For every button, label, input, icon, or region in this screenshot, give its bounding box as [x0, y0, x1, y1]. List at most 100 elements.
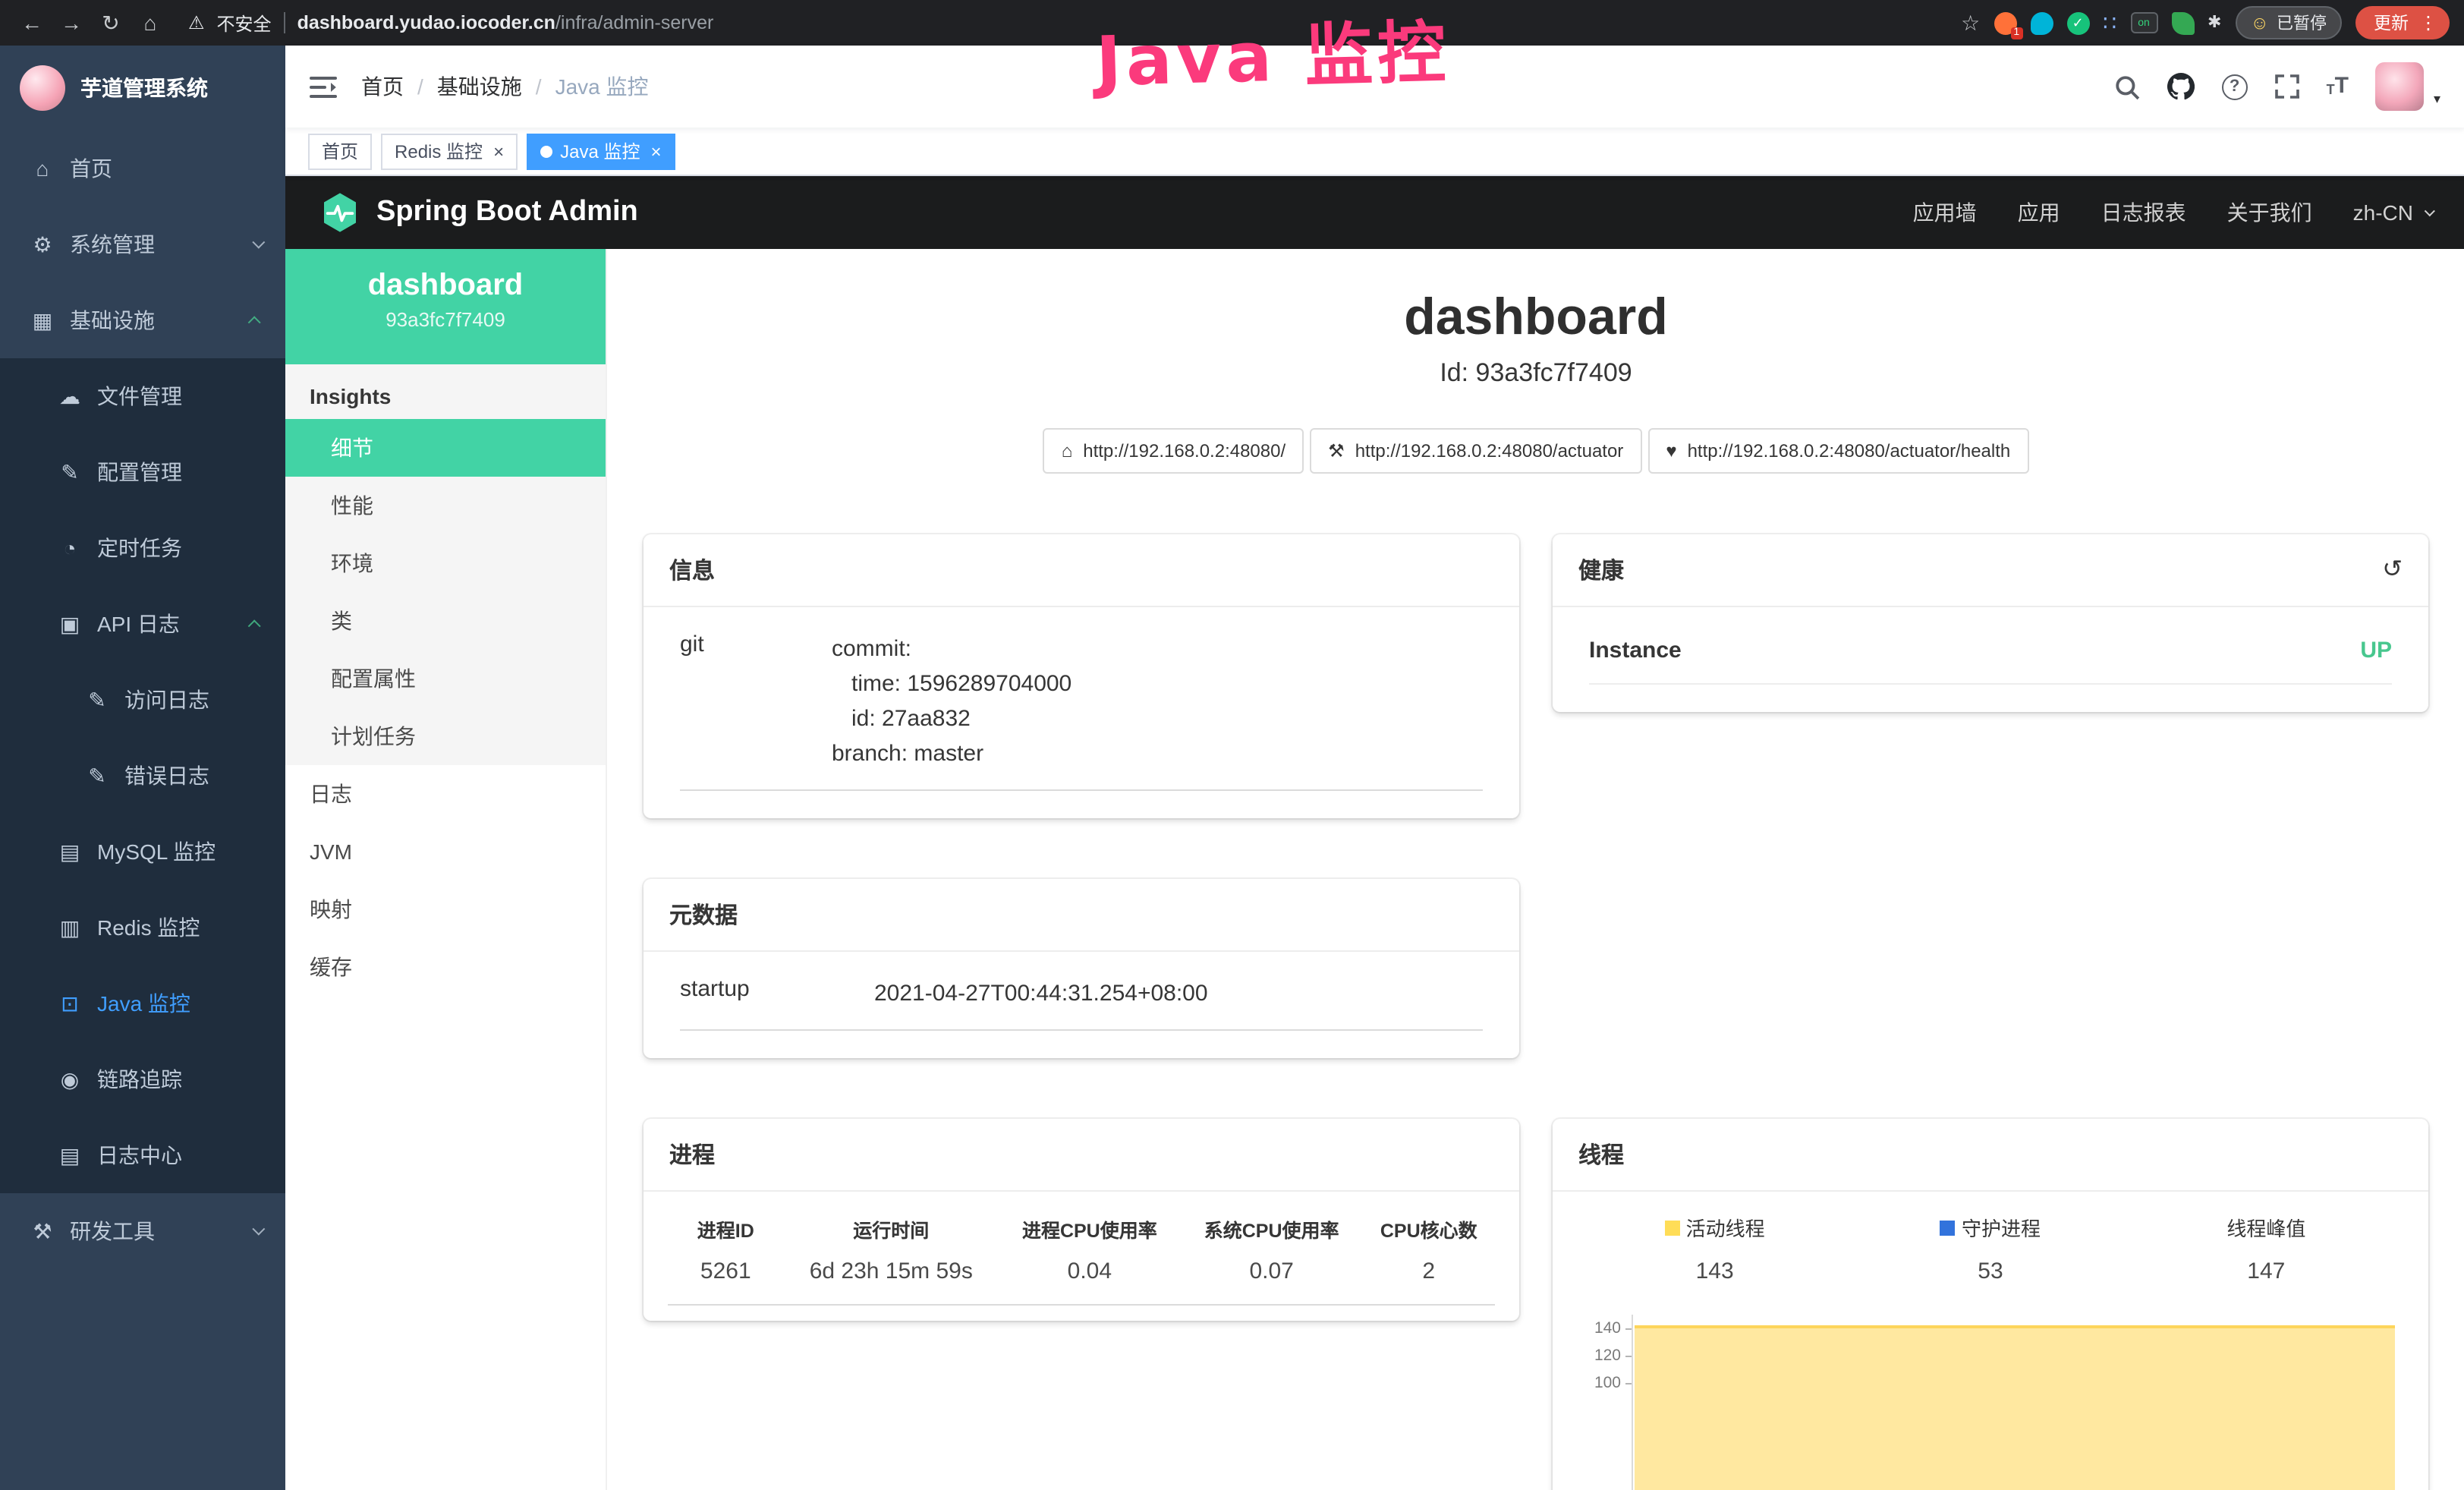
tools-icon: ⚒	[30, 1218, 55, 1244]
hamburger-icon[interactable]	[285, 75, 361, 98]
info-row-git: git commit: time: 1596289704000 id: 27aa…	[680, 632, 1483, 791]
tag-redis-monitor[interactable]: Redis 监控×	[381, 133, 518, 169]
extension-icon-orange[interactable]: 1	[1994, 11, 2016, 34]
chevron-up-icon	[248, 619, 261, 632]
sidebar-item-redis-monitor[interactable]: ▥Redis 监控	[0, 890, 285, 966]
close-icon[interactable]: ×	[650, 142, 661, 160]
github-icon[interactable]	[2167, 73, 2195, 100]
sidebar-item-infrastructure[interactable]: ▦基础设施	[0, 282, 285, 358]
security-label[interactable]: 不安全	[217, 10, 272, 36]
home-icon: ⌂	[30, 156, 55, 181]
reload-icon[interactable]: ↻	[94, 0, 127, 46]
sidebar-item-log-center[interactable]: ▤日志中心	[0, 1117, 285, 1193]
sba-menu-config-props[interactable]: 配置属性	[285, 650, 606, 707]
sidebar-item-label: 文件管理	[97, 381, 182, 411]
instance-header[interactable]: dashboard 93a3fc7f7409	[285, 249, 606, 364]
main-column: 首页 基础设施 Java 监控 ?	[285, 46, 2464, 1490]
back-icon[interactable]: ←	[15, 0, 49, 46]
git-branch-line: branch: master	[832, 736, 1072, 771]
instance-title: dashboard	[644, 288, 2428, 348]
breadcrumb-current: Java 监控	[555, 71, 649, 102]
tag-home[interactable]: 首页	[308, 133, 372, 169]
forward-icon[interactable]: →	[55, 0, 88, 46]
extension-count-badge: 1	[2010, 27, 2022, 39]
chevron-down-icon	[252, 1223, 265, 1236]
browser-menu-icon[interactable]: ⋮	[2419, 12, 2437, 33]
tag-label: 首页	[322, 138, 358, 164]
sidebar-item-label: 首页	[70, 153, 112, 184]
breadcrumb-infrastructure[interactable]: 基础设施	[437, 71, 522, 102]
sidebar-item-mysql-monitor[interactable]: ▤MySQL 监控	[0, 814, 285, 890]
sidebar-item-label: 访问日志	[124, 685, 209, 715]
help-icon[interactable]: ?	[2222, 74, 2248, 99]
log-icon: ▤	[58, 1142, 82, 1168]
app-title: 芋道管理系统	[80, 73, 208, 103]
history-icon[interactable]: ↺	[2382, 558, 2403, 582]
legend-daemon-value: 53	[1852, 1258, 2128, 1284]
sba-menu-mappings[interactable]: 映射	[285, 880, 606, 938]
paused-badge[interactable]: ☺已暂停	[2235, 6, 2342, 39]
user-avatar[interactable]	[2376, 62, 2425, 111]
screen: ← → ↻ ⌂ ⚠ 不安全 dashboard.yudao.iocoder.cn…	[0, 0, 2464, 1490]
sba-menu-beans[interactable]: 类	[285, 592, 606, 650]
legend-peak-value: 147	[2129, 1258, 2404, 1284]
logo-image	[20, 65, 65, 111]
sidebar-item-label: 配置管理	[97, 457, 182, 487]
search-icon[interactable]	[2114, 74, 2140, 99]
sidebar-item-java-monitor[interactable]: ⊡Java 监控	[0, 966, 285, 1041]
sba-menu-scheduled-tasks[interactable]: 计划任务	[285, 707, 606, 765]
sba-menu-environment[interactable]: 环境	[285, 534, 606, 592]
extension-icon-check[interactable]: ✓	[2066, 11, 2089, 34]
sidebar-item-api-logs[interactable]: ▣API 日志	[0, 586, 285, 662]
clock-icon: ◔	[58, 536, 82, 560]
sidebar-item-tracing[interactable]: ◉链路追踪	[0, 1041, 285, 1117]
extension-icon-on-badge[interactable]: on	[2130, 12, 2157, 33]
address-divider	[284, 12, 285, 33]
database-icon: ▥	[58, 915, 82, 940]
health-row-instance[interactable]: Instance UP	[1589, 638, 2392, 685]
extension-icon-leaf[interactable]	[2171, 11, 2194, 34]
sba-menu-metrics[interactable]: 性能	[285, 477, 606, 534]
extension-icon-pin[interactable]: ✱	[2208, 11, 2221, 34]
app-logo[interactable]: 芋道管理系统	[0, 46, 285, 131]
sidebar-item-label: 研发工具	[70, 1216, 155, 1246]
sba-nav-wallboard[interactable]: 应用墙	[1913, 197, 1977, 228]
extension-icon-grid[interactable]: ∷	[2103, 11, 2116, 34]
sidebar-item-config-management[interactable]: ✎配置管理	[0, 434, 285, 510]
sba-menu-jvm[interactable]: JVM	[285, 823, 606, 880]
sidebar-item-access-logs[interactable]: ✎访问日志	[0, 662, 285, 738]
navbar-actions: ? TT ▾	[2114, 62, 2464, 111]
sba-menu-details[interactable]: 细节	[285, 419, 606, 477]
info-value: commit: time: 1596289704000 id: 27aa832 …	[832, 632, 1072, 771]
sidebar-item-scheduled-jobs[interactable]: ◔定时任务	[0, 510, 285, 586]
extension-icon-drop[interactable]	[2030, 11, 2053, 34]
instance-actuator-link[interactable]: ⚒http://192.168.0.2:48080/actuator	[1310, 428, 1641, 474]
instance-health-link[interactable]: ♥http://192.168.0.2:48080/actuator/healt…	[1647, 428, 2028, 474]
sidebar-item-system[interactable]: ⚙系统管理	[0, 206, 285, 282]
browser-home-icon[interactable]: ⌂	[134, 0, 167, 46]
instance-links: ⌂http://192.168.0.2:48080/ ⚒http://192.1…	[644, 428, 2428, 474]
sba-menu-loggers[interactable]: 日志	[285, 765, 606, 823]
browser-update-button[interactable]: 更新⋮	[2355, 6, 2450, 39]
process-cpu: 0.04	[999, 1251, 1181, 1305]
sidebar-item-dev-tools[interactable]: ⚒ 研发工具	[0, 1193, 285, 1269]
sba-nav-journal[interactable]: 日志报表	[2101, 197, 2186, 228]
close-icon[interactable]: ×	[493, 142, 504, 160]
home-icon: ⌂	[1062, 440, 1073, 461]
instance-home-link[interactable]: ⌂http://192.168.0.2:48080/	[1043, 428, 1304, 474]
fullscreen-icon[interactable]	[2275, 74, 2299, 99]
tag-java-monitor[interactable]: Java 监控×	[527, 133, 675, 169]
sidebar-item-file-management[interactable]: ☁文件管理	[0, 358, 285, 434]
bookmark-star-icon[interactable]: ☆	[1961, 10, 1980, 36]
sba-nav-applications[interactable]: 应用	[2018, 197, 2060, 228]
sidebar-item-home[interactable]: ⌂ 首页	[0, 131, 285, 206]
sidebar-item-label: 基础设施	[70, 305, 155, 335]
sidebar-item-error-logs[interactable]: ✎错误日志	[0, 738, 285, 814]
sba-brand[interactable]: Spring Boot Admin	[319, 191, 638, 234]
address-bar[interactable]: ⚠ 不安全 dashboard.yudao.iocoder.cn/infra/a…	[188, 10, 1955, 36]
font-size-icon[interactable]: TT	[2327, 74, 2349, 99]
sba-locale-select[interactable]: zh-CN	[2353, 200, 2431, 225]
sba-menu-caches[interactable]: 缓存	[285, 938, 606, 996]
sba-nav-about[interactable]: 关于我们	[2227, 197, 2312, 228]
breadcrumb-home[interactable]: 首页	[361, 71, 404, 102]
